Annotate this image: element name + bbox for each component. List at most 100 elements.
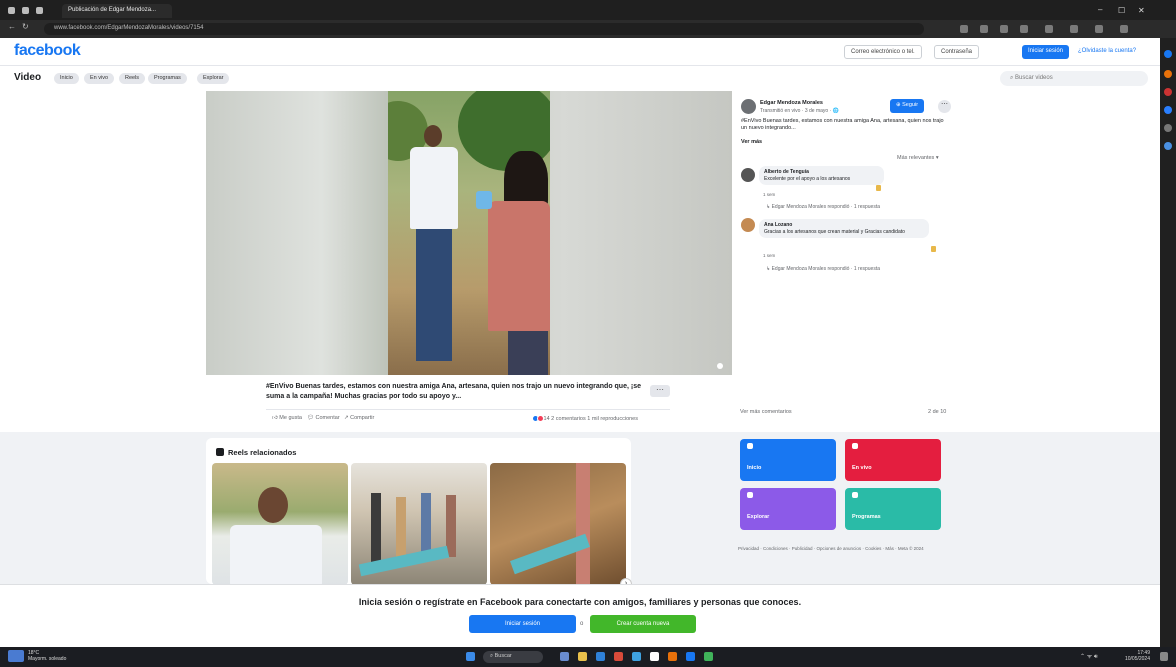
more-options-button[interactable]: ⋯ bbox=[650, 385, 670, 397]
weather-desc: Mayorm. soleado bbox=[28, 656, 67, 662]
replies-label: Edgar Mendoza Morales respondió · 1 resp… bbox=[771, 266, 880, 272]
reaction-icon bbox=[931, 246, 936, 252]
tab-explorar[interactable]: Explorar bbox=[197, 73, 230, 84]
video-frame[interactable] bbox=[388, 91, 550, 375]
video-woman-coat bbox=[488, 201, 550, 331]
video-settings-icon[interactable] bbox=[717, 363, 723, 369]
sidebar-app-icon[interactable] bbox=[1164, 106, 1172, 114]
window-close-icon[interactable]: ✕ bbox=[1138, 6, 1145, 15]
reel-figure bbox=[396, 497, 406, 557]
browser-menu-icon[interactable] bbox=[1120, 25, 1128, 33]
address-bar[interactable]: www.facebook.com/EdgarMendozaMorales/vid… bbox=[44, 23, 924, 35]
banner-login-button[interactable]: Iniciar sesión bbox=[469, 615, 576, 633]
tile-inicio[interactable]: Inicio bbox=[740, 439, 836, 481]
reel-thumbnail[interactable] bbox=[490, 463, 626, 585]
extension-icon[interactable] bbox=[960, 25, 968, 33]
reel-thumbnail[interactable] bbox=[351, 463, 487, 585]
forgot-account-link[interactable]: ¿Olvidaste la cuenta? bbox=[1072, 45, 1142, 59]
extension-icon[interactable] bbox=[1070, 25, 1078, 33]
see-more-link[interactable]: Ver más bbox=[741, 139, 762, 145]
start-icon[interactable] bbox=[466, 652, 475, 661]
post-meta: Transmitió en vivo · 3 de mayo · 🌐 bbox=[760, 108, 839, 114]
comment-icon: 💬︎ bbox=[307, 415, 316, 421]
like-label: Me gusta bbox=[279, 415, 302, 421]
comment-sort-select[interactable]: Más relevantes ▾ bbox=[897, 155, 939, 161]
like-button[interactable]: 👍︎ Me gusta bbox=[272, 415, 302, 421]
reaction-icon bbox=[876, 185, 881, 191]
extension-icon[interactable] bbox=[1000, 25, 1008, 33]
window-maximize-icon[interactable]: ☐ bbox=[1118, 6, 1125, 15]
taskview-icon[interactable] bbox=[560, 652, 569, 661]
email-field[interactable]: Correo electrónico o tel. bbox=[844, 45, 922, 59]
tab-inicio[interactable]: Inicio bbox=[54, 73, 79, 84]
follow-button[interactable]: ⊕ Seguir bbox=[890, 99, 925, 113]
post-options-icon[interactable]: ⋯ bbox=[938, 100, 951, 113]
store-icon[interactable] bbox=[650, 652, 659, 661]
sidebar-app-icon[interactable] bbox=[1164, 88, 1172, 96]
tab-reels[interactable]: Reels bbox=[119, 73, 146, 84]
share-label: Compartir bbox=[350, 415, 375, 421]
browser-tab[interactable]: Publicación de Edgar Mendoza... bbox=[62, 4, 172, 18]
office-icon[interactable] bbox=[614, 652, 623, 661]
comment-button[interactable]: 💬︎ Comentar bbox=[307, 415, 340, 421]
sidebar-app-icon[interactable] bbox=[1164, 124, 1172, 132]
window-minimize-icon[interactable]: – bbox=[1098, 5, 1102, 14]
commenter-avatar[interactable] bbox=[741, 168, 755, 182]
tab-en-vivo[interactable]: En vivo bbox=[84, 73, 115, 84]
reel-post bbox=[576, 463, 590, 585]
sidebar-app-icon[interactable] bbox=[1164, 142, 1172, 150]
video-object bbox=[476, 191, 492, 209]
replies-link[interactable]: ↳ Edgar Mendoza Morales respondió · 1 re… bbox=[766, 204, 880, 210]
reel-person-shirt bbox=[230, 525, 322, 585]
app-icon[interactable] bbox=[668, 652, 677, 661]
edge-icon[interactable] bbox=[596, 652, 605, 661]
taskbar-clock[interactable]: 17:49 10/05/2024 bbox=[1118, 650, 1150, 662]
back-icon[interactable]: ← bbox=[8, 22, 16, 31]
mail-icon[interactable] bbox=[632, 652, 641, 661]
system-tray-icons[interactable]: ⌃ ᯤ 🔊︎ bbox=[1080, 652, 1098, 661]
refresh-icon[interactable]: ↻ bbox=[22, 22, 29, 31]
weather-widget[interactable]: 18°C Mayorm. soleado bbox=[28, 650, 66, 662]
view-more-comments-link[interactable]: Ver más comentarios bbox=[740, 409, 792, 415]
tile-explorar[interactable]: Explorar bbox=[740, 488, 836, 530]
post-author[interactable]: Edgar Mendoza Morales bbox=[760, 100, 823, 106]
workspaces-icon[interactable] bbox=[22, 7, 29, 14]
reels-title: Reels relacionados bbox=[228, 448, 297, 457]
extension-icon[interactable] bbox=[1045, 25, 1053, 33]
search-placeholder: Buscar videos bbox=[1015, 75, 1053, 81]
extension-icon[interactable] bbox=[1020, 25, 1028, 33]
tile-programas[interactable]: Programas bbox=[845, 488, 941, 530]
extension-icon[interactable] bbox=[1095, 25, 1103, 33]
search-input[interactable]: ⌕ Buscar videos bbox=[1000, 71, 1148, 86]
reels-icon bbox=[216, 448, 224, 456]
sidebar-app-icon[interactable] bbox=[1164, 70, 1172, 78]
post-text: #EnVivo Buenas tardes, estamos con nuest… bbox=[741, 118, 944, 131]
file-explorer-icon[interactable] bbox=[578, 652, 587, 661]
create-account-button[interactable]: Crear cuenta nueva bbox=[590, 615, 696, 633]
sidebar-app-icon[interactable] bbox=[1164, 50, 1172, 58]
avatar[interactable] bbox=[741, 99, 756, 114]
share-button[interactable]: ↗ Compartir bbox=[344, 415, 374, 421]
reel-thumbnail[interactable] bbox=[212, 463, 348, 585]
app-icon[interactable] bbox=[704, 652, 713, 661]
taskbar-search[interactable]: ⌕ Buscar bbox=[483, 651, 543, 663]
weather-icon[interactable] bbox=[8, 650, 24, 662]
comment-text: Excelente por el apoyo a los artesanos bbox=[764, 175, 851, 182]
facebook-logo[interactable]: facebook bbox=[14, 42, 81, 60]
footer-links[interactable]: Privacidad · Condiciones · Publicidad · … bbox=[738, 546, 943, 552]
login-button[interactable]: Iniciar sesión bbox=[1022, 45, 1070, 59]
reel-person-head bbox=[258, 487, 288, 523]
replies-link[interactable]: ↳ Edgar Mendoza Morales respondió · 1 re… bbox=[766, 266, 880, 272]
tab-actions-icon[interactable] bbox=[36, 7, 43, 14]
tab-programas[interactable]: Programas bbox=[148, 73, 187, 84]
tile-en-vivo[interactable]: En vivo bbox=[845, 439, 941, 481]
password-field[interactable]: Contraseña bbox=[934, 45, 980, 59]
notifications-icon[interactable] bbox=[1160, 652, 1168, 661]
comment-count: 2 de 10 bbox=[928, 409, 947, 415]
extension-icon[interactable] bbox=[980, 25, 988, 33]
browser-profile-icon[interactable] bbox=[8, 7, 15, 14]
banner-or-label: o bbox=[580, 621, 584, 627]
commenter-avatar[interactable] bbox=[741, 218, 755, 232]
reaction-summary[interactable]: 14 2 comentarios 1 mil reproducciones bbox=[532, 415, 638, 422]
browser-taskbar-icon[interactable] bbox=[686, 652, 695, 661]
